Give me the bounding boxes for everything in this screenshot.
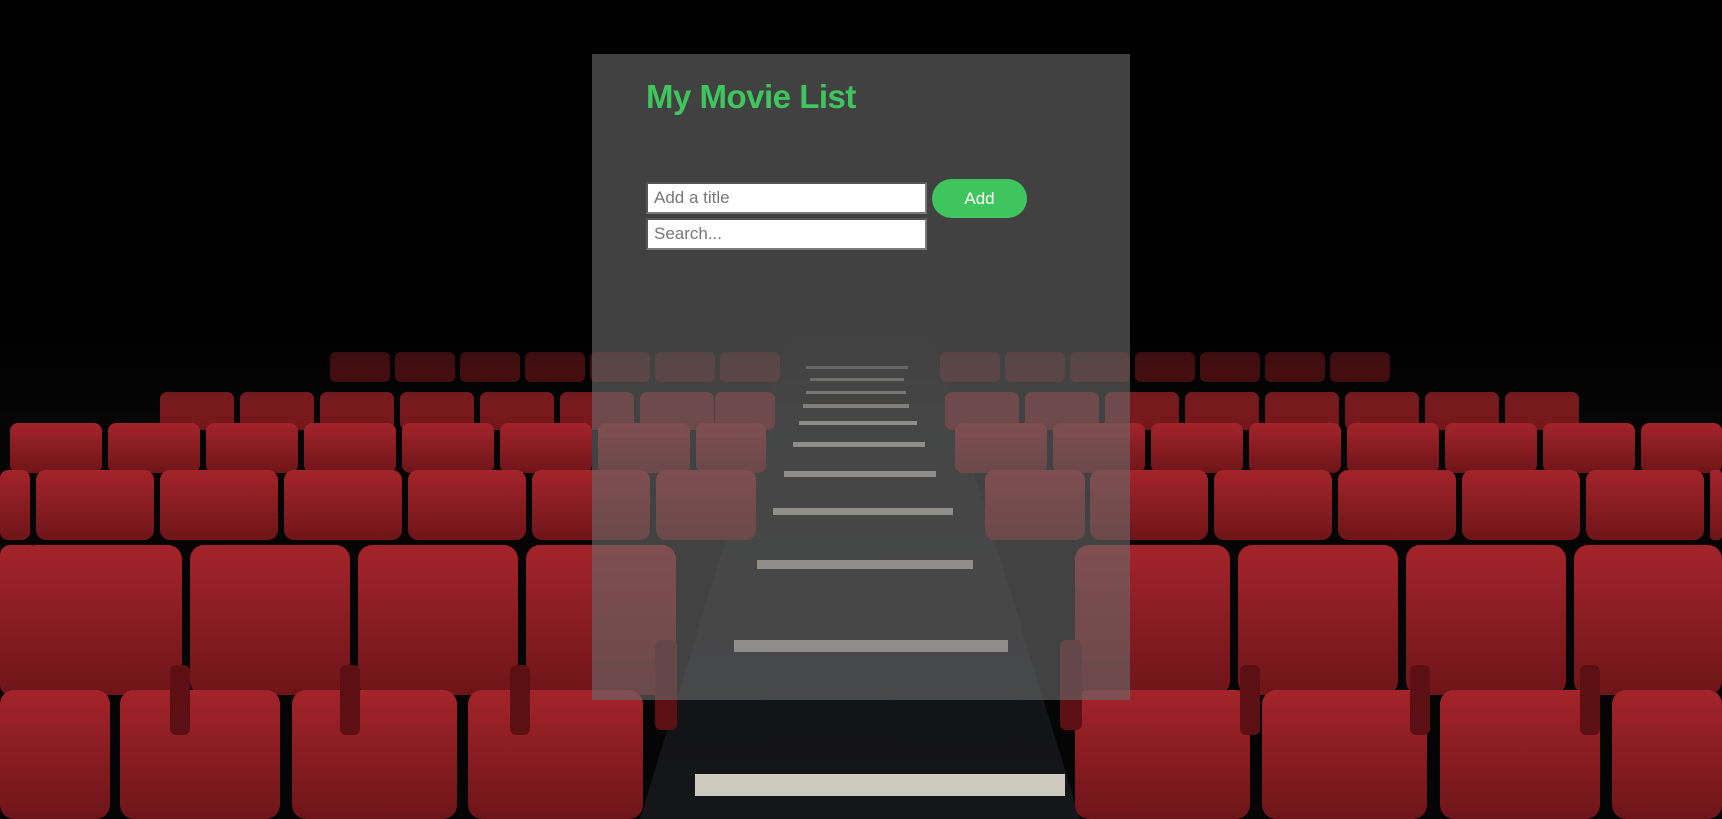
title-input[interactable]	[646, 182, 927, 214]
add-button[interactable]: Add	[932, 179, 1027, 218]
search-input[interactable]	[646, 218, 927, 250]
page: My Movie List Add	[0, 0, 1722, 819]
page-title: My Movie List	[646, 78, 856, 115]
movie-list-panel: My Movie List Add	[592, 54, 1130, 700]
